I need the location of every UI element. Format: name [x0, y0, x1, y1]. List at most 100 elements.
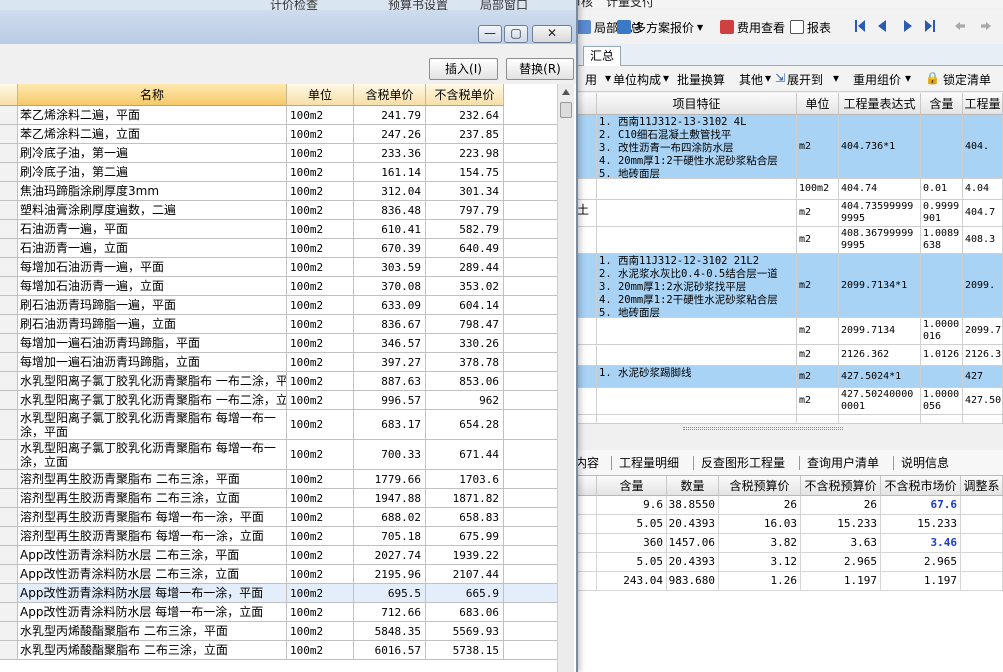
- grid-row[interactable]: 1. 西南11J312-13-3102 4L 2. C10细石混凝土敷管找平 3. …: [575, 115, 1003, 179]
- detail-tab[interactable]: 工程量明细: [619, 454, 679, 471]
- back-arrow-icon[interactable]: [955, 20, 965, 32]
- vertical-scrollbar[interactable]: [557, 84, 574, 672]
- table-row[interactable]: 每增加石油沥青一遍，平面 100m2 303.59 289.44: [0, 258, 560, 277]
- detail-tab[interactable]: 反查图形工程量: [701, 454, 785, 471]
- detail-tab[interactable]: 说明信息: [901, 454, 949, 471]
- table-row[interactable]: App改性沥青涂料防水层 二布三涂，平面 100m2 2027.74 1939.22: [0, 546, 560, 565]
- table-header-unit[interactable]: 单位: [287, 84, 354, 106]
- table-row[interactable]: 刷冷底子油，第一遍 100m2 233.36 223.98: [0, 144, 560, 163]
- table-row[interactable]: 水乳型丙烯酸酯聚脂布 二布三涂，立面 100m2 6016.57 5738.15: [0, 641, 560, 660]
- table-header-notax[interactable]: 不含税单价: [426, 84, 504, 106]
- detail-row[interactable]: 5.05 20.4393 3.12 2.965 2.965: [575, 553, 1003, 572]
- table-row[interactable]: 水乳型阳离子氯丁胶乳化沥青聚脂布 一布二涂，平面 100m2 887.63 853.0…: [0, 372, 560, 391]
- detail-tab[interactable]: 查询用户清单: [807, 454, 879, 471]
- table-row[interactable]: 水乳型丙烯酸酯聚脂布 二布三涂，平面 100m2 5848.35 5569.93: [0, 622, 560, 641]
- table-row[interactable]: App改性沥青涂料防水层 每增一布一涂，立面 100m2 712.66 683.06: [0, 603, 560, 622]
- table-row[interactable]: 溶剂型再生胶沥青聚脂布 二布三涂，立面 100m2 1947.88 1871.82: [0, 489, 560, 508]
- grid-row-stub[interactable]: [575, 318, 597, 344]
- other-menu-button[interactable]: 其他: [739, 71, 763, 88]
- detail-row[interactable]: 5.05 20.4393 16.03 15.233 15.233: [575, 515, 1003, 534]
- table-row[interactable]: 每增加石油沥青一遍，立面 100m2 370.08 353.02: [0, 277, 560, 296]
- grid-row[interactable]: m2 2099.7134 1.0000 016 2099.7: [575, 318, 1003, 345]
- report-button[interactable]: 报表: [790, 17, 831, 37]
- table-row[interactable]: 水乳型阳离子氯丁胶乳化沥青聚脂布 一布二涂，立面 100m2 996.57 962: [0, 391, 560, 410]
- row-stub[interactable]: [0, 334, 18, 352]
- table-row[interactable]: 溶剂型再生胶沥青聚脂布 每增一布一涂，平面 100m2 688.02 658.83: [0, 508, 560, 527]
- row-stub[interactable]: [0, 489, 18, 507]
- grid-row[interactable]: m2 427.50240000 0001 1.0000 056 427.50: [575, 388, 1003, 415]
- forward-arrow-icon[interactable]: [981, 20, 991, 32]
- grid-row-stub[interactable]: [575, 388, 597, 414]
- row-stub[interactable]: [0, 220, 18, 238]
- detail-row-stub[interactable]: [575, 534, 597, 552]
- scroll-up-icon[interactable]: [560, 86, 572, 98]
- grid-row[interactable]: m2 2126.362 1.0126 2126.3: [575, 345, 1003, 366]
- detail-row[interactable]: 360 1457.06 3.82 3.63 3.46: [575, 534, 1003, 553]
- row-stub[interactable]: [0, 277, 18, 295]
- table-row[interactable]: 每增加一遍石油沥青玛蹄脂，平面 100m2 346.57 330.26: [0, 334, 560, 353]
- splitter[interactable]: [575, 423, 1003, 449]
- row-stub[interactable]: [0, 258, 18, 276]
- row-stub[interactable]: [0, 508, 18, 526]
- row-stub[interactable]: [0, 163, 18, 181]
- row-stub[interactable]: [0, 353, 18, 371]
- row-stub[interactable]: [0, 584, 18, 602]
- detail-row-stub[interactable]: [575, 553, 597, 571]
- next-icon[interactable]: [903, 20, 913, 32]
- table-row[interactable]: 刷石油沥青玛蹄脂一遍，平面 100m2 633.09 604.14: [0, 296, 560, 315]
- table-row[interactable]: 刷冷底子油，第二遍 100m2 161.14 154.75: [0, 163, 560, 182]
- table-row[interactable]: App改性沥青涂料防水层 每增一布一涂，平面 100m2 695.5 665.9: [0, 584, 560, 603]
- detail-row[interactable]: 243.04 983.680 1.26 1.197 1.197: [575, 572, 1003, 591]
- table-row[interactable]: App改性沥青涂料防水层 二布三涂，立面 100m2 2195.96 2107.44: [0, 565, 560, 584]
- close-button[interactable]: ✕: [532, 25, 572, 43]
- restore-button[interactable]: ▢: [504, 25, 528, 43]
- grid-row-stub[interactable]: [575, 415, 597, 423]
- minimize-button[interactable]: —: [478, 25, 502, 43]
- grid-row[interactable]: 1. 西南11J312-12-3102 21L2 2. 水泥浆水灰比0.4-0.5…: [575, 254, 1003, 318]
- table-header-name[interactable]: 名称: [18, 84, 287, 106]
- row-stub[interactable]: [0, 239, 18, 257]
- grid-row[interactable]: 100m2 404.74 0.01 4.04: [575, 179, 1003, 200]
- replace-button[interactable]: 替换(R): [506, 58, 574, 80]
- batch-convert-button[interactable]: 批量换算: [677, 71, 725, 88]
- row-stub[interactable]: [0, 603, 18, 621]
- table-row[interactable]: 塑料油膏涂刷厚度遍数，二遍 100m2 836.48 797.79: [0, 201, 560, 220]
- table-row[interactable]: 水乳型阳离子氯丁胶乳化沥青聚脂布 每增一布一涂，平面 100m2 683.17 654…: [0, 410, 560, 440]
- table-row[interactable]: 苯乙烯涂料二遍，立面 100m2 247.26 237.85: [0, 125, 560, 144]
- detail-row-stub[interactable]: [575, 515, 597, 533]
- grid-row[interactable]: m2 404.73599999 9995 0.9999 901 404.7: [575, 200, 1003, 227]
- row-stub[interactable]: [0, 182, 18, 200]
- table-row[interactable]: 溶剂型再生胶沥青聚脂布 二布三涂，平面 100m2 1779.66 1703.6: [0, 470, 560, 489]
- reuse-price-button[interactable]: 重用组价: [853, 71, 901, 88]
- scroll-thumb[interactable]: [560, 102, 572, 118]
- first-icon[interactable]: [855, 20, 865, 32]
- row-stub[interactable]: [0, 201, 18, 219]
- row-stub[interactable]: [0, 565, 18, 583]
- row-stub[interactable]: [0, 315, 18, 333]
- insert-button[interactable]: 插入(I): [429, 58, 498, 80]
- last-icon[interactable]: [925, 20, 935, 32]
- detail-row-stub[interactable]: [575, 572, 597, 590]
- detail-row[interactable]: 9.6 38.8550 26 26 67.6: [575, 496, 1003, 515]
- row-stub[interactable]: [0, 125, 18, 143]
- prev-icon[interactable]: [877, 20, 887, 32]
- row-stub[interactable]: [0, 440, 18, 469]
- dialog-titlebar[interactable]: — ▢ ✕: [0, 10, 576, 44]
- table-row[interactable]: 溶剂型再生胶沥青聚脂布 每增一布一涂，立面 100m2 705.18 675.99: [0, 527, 560, 546]
- row-stub[interactable]: [0, 372, 18, 390]
- fee-view-button[interactable]: 费用查看: [720, 17, 785, 37]
- grid-row-stub[interactable]: [575, 227, 597, 253]
- grid-row[interactable]: …: [575, 415, 1003, 423]
- table-row[interactable]: 水乳型阳离子氯丁胶乳化沥青聚脂布 每增一布一涂，立面 100m2 700.33 671…: [0, 440, 560, 470]
- table-row[interactable]: 焦油玛蹄脂涂刷厚度3mm 100m2 312.04 301.34: [0, 182, 560, 201]
- table-row[interactable]: 每增加一遍石油沥青玛蹄脂，立面 100m2 397.27 378.78: [0, 353, 560, 372]
- row-stub[interactable]: [0, 546, 18, 564]
- menu-item[interactable]: 计量支付: [606, 0, 654, 8]
- row-stub[interactable]: [0, 296, 18, 314]
- grid-row-stub[interactable]: [575, 254, 597, 317]
- table-header-tax[interactable]: 含税单价: [354, 84, 426, 106]
- row-stub[interactable]: [0, 622, 18, 640]
- row-stub[interactable]: [0, 410, 18, 439]
- multi-quote-button[interactable]: 多方案报价 ▼: [617, 17, 703, 37]
- expand-to-button[interactable]: 展开到: [787, 71, 823, 88]
